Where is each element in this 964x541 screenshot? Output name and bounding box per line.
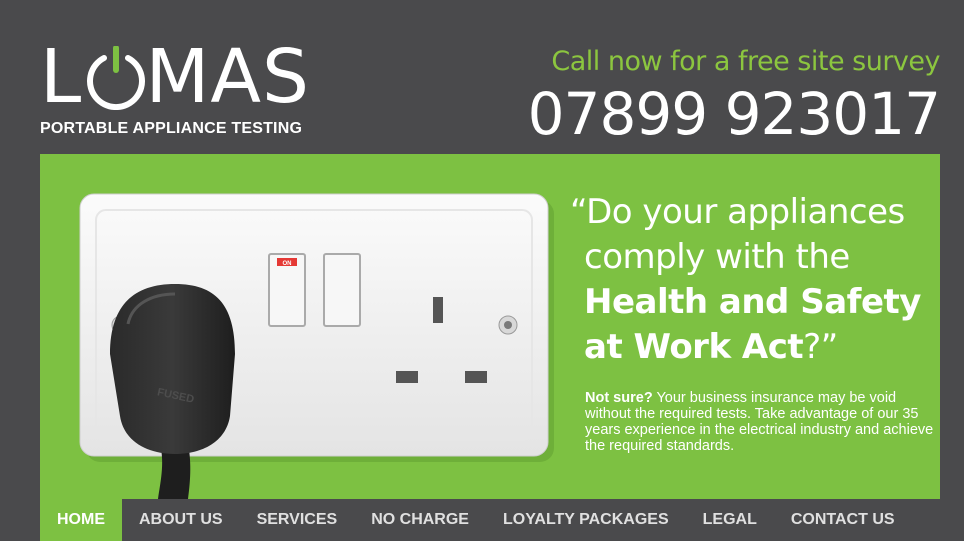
logo-letter-l: L	[40, 34, 83, 120]
nav-about-us[interactable]: ABOUT US	[122, 499, 240, 541]
logo-wordmark: L MAS	[40, 34, 310, 120]
hero-body-lead: Not sure?	[585, 390, 653, 406]
headline-line-3: Health and Safety	[570, 280, 930, 325]
nav-no-charge[interactable]: NO CHARGE	[354, 499, 486, 541]
main-nav: HOME ABOUT US SERVICES NO CHARGE LOYALTY…	[40, 499, 964, 541]
headline-line-2: comply with the	[584, 237, 850, 277]
hero-banner: ON FUSED “Do your appliances comply with…	[40, 154, 940, 499]
headline-line-1: “Do your appliances	[570, 192, 905, 232]
cta-text: Call now for a free site survey	[551, 46, 940, 77]
switch-on-label: ON	[283, 261, 292, 267]
socket-plug-illustration: ON FUSED	[79, 193, 554, 499]
headline-close: ?”	[803, 327, 838, 367]
logo-tagline: PORTABLE APPLIANCE TESTING	[40, 120, 303, 137]
logo-letters-mas: MAS	[145, 34, 310, 120]
site-logo[interactable]: L MAS PORTABLE APPLIANCE TESTING	[40, 34, 310, 140]
nav-loyalty-packages[interactable]: LOYALTY PACKAGES	[486, 499, 686, 541]
hero-headline: “Do your appliances comply with the Heal…	[570, 190, 930, 370]
nav-home[interactable]: HOME	[40, 499, 122, 541]
headline-bold-2: at Work Act	[584, 327, 804, 367]
power-icon	[84, 46, 146, 110]
nav-services[interactable]: SERVICES	[240, 499, 355, 541]
headline-line-4: at Work Act?”	[570, 325, 930, 370]
header-cta: Call now for a free site survey 07899 92…	[528, 46, 941, 146]
headline-bold-1: Health and Safety	[584, 282, 921, 322]
hero-body-text: Not sure? Your business insurance may be…	[585, 390, 935, 454]
phone-number[interactable]: 07899 923017	[528, 82, 941, 146]
hero-copy: “Do your appliances comply with the Heal…	[570, 190, 933, 454]
nav-contact-us[interactable]: CONTACT US	[774, 499, 912, 541]
nav-legal[interactable]: LEGAL	[686, 499, 774, 541]
